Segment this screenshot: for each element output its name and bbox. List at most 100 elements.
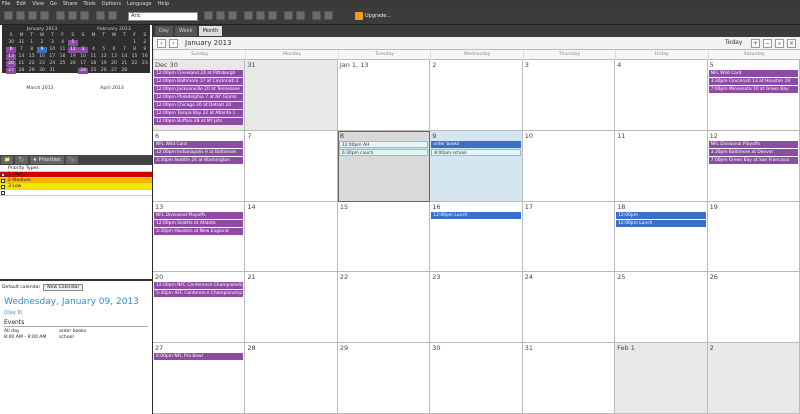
zoom-out-icon[interactable]: − [763,39,772,48]
print-icon[interactable] [40,11,49,20]
mini-day[interactable]: 30 [6,40,16,46]
open-icon[interactable] [16,11,25,20]
calendar-event[interactable]: 12:00pm Seattle at Atlanta [154,219,244,227]
mini-day[interactable]: 6 [109,47,119,53]
search-icon[interactable]: ⌕ [775,39,784,48]
bold-icon[interactable] [204,11,213,20]
mini-day[interactable] [78,40,88,46]
mini-day[interactable]: 15 [27,54,37,60]
mini-day[interactable]: 13 [6,54,17,60]
mini-day[interactable]: 10 [47,47,57,53]
calendar-event[interactable]: NFL Wild Card [154,140,244,148]
calendar-event[interactable]: 12:00pm Chicago 26 at Detroit 24 [154,102,244,109]
day-cell[interactable]: 3 [522,60,616,131]
event-row[interactable]: 8:00 AM - 9:00 AM school [0,335,152,341]
mini-day[interactable]: 21 [16,61,26,67]
mini-day[interactable]: 26 [68,61,78,67]
mini-day[interactable]: 5 [99,47,109,53]
day-cell[interactable]: 27 6:00pm NFL Pro Bowl [153,343,246,414]
align-left-icon[interactable] [244,11,253,20]
mini-day[interactable]: 2 [140,40,150,46]
mini-day[interactable]: 9 [36,47,48,53]
mini-day[interactable]: 23 [37,61,47,67]
menu-item[interactable]: Language [127,0,152,8]
mini-day[interactable]: 24 [47,61,57,67]
day-cell[interactable]: 15 [337,201,431,273]
mini-day[interactable]: 1 [129,40,139,46]
checkbox[interactable] [1,179,5,183]
mini-day[interactable]: 11 [88,54,98,60]
checkbox[interactable] [1,185,5,189]
mini-day[interactable] [99,40,109,46]
mini-day[interactable]: 11 [57,47,67,53]
mini-day[interactable]: 12 [99,54,109,60]
calendar-event[interactable]: NFL Divisional Playoffs [708,140,798,148]
day-cell[interactable]: 14 [245,201,338,273]
save-icon[interactable] [28,11,37,20]
day-cell[interactable]: Feb 1 [615,343,708,414]
calendar-event[interactable]: 7:00pm Minnesota 10 at Green Bay [708,86,798,93]
mini-day[interactable]: 5 [67,40,78,46]
calendar-event[interactable]: 12:00pm AH [338,140,429,148]
calendar-event[interactable]: 12:00pm Cleveland 24 at Pittsburgh [154,70,244,77]
mini-day[interactable]: 27 [6,68,17,74]
next-month-button[interactable]: › [169,39,178,48]
day-cell[interactable]: 30 [430,343,523,414]
highlight-icon[interactable] [324,11,333,20]
mini-day[interactable]: 14 [16,54,26,60]
mini-day[interactable]: 16 [140,54,150,60]
font-select[interactable]: Aric [128,12,198,21]
calendar-event[interactable]: 3:30pm Seattle 24 at Washington [154,156,244,164]
menu-item[interactable]: View [32,0,44,8]
calendar-event[interactable]: 12:00pm Indianapolis 9 at Baltimore [154,148,244,156]
mini-day[interactable] [57,68,67,74]
mini-day[interactable]: 31 [16,40,26,46]
calendar-event[interactable]: 12:00pm Lunch [616,219,706,227]
day-cell[interactable]: 9 order books 8:00am school [430,130,523,202]
close-icon[interactable]: × [787,39,796,48]
mini-day[interactable]: 17 [47,54,57,60]
day-cell[interactable]: 13 NFL Divisional Playoffs 12:00pm Seattle… [153,201,246,273]
mini-day[interactable]: 9 [140,47,150,53]
day-cell[interactable]: 21 [245,272,338,344]
mini-day[interactable]: 10 [78,54,88,60]
left-tab[interactable]: 🏷 [15,156,28,164]
menu-item[interactable]: Edit [16,0,26,8]
calendar-event[interactable]: 12:00pm Jacksonville 20 at Tennessee [154,86,244,93]
day-cell[interactable]: 20 12:00pm NFC Conference Championship 5:3… [153,272,246,344]
day-cell[interactable]: 2 [430,60,523,131]
day-cell[interactable]: 6 NFL Wild Card 12:00pm Indianapolis 9 at … [153,130,246,202]
today-button[interactable]: Today [725,39,742,46]
mini-day[interactable]: 20 [6,61,17,67]
calendar-event[interactable]: 12:00pm Philadelphia 7 at NY Giants [154,94,244,101]
mini-day[interactable] [119,40,129,46]
mini-day[interactable]: 20 [109,61,119,67]
day-cell[interactable]: 17 [522,201,616,273]
redo-icon[interactable] [108,11,117,20]
mini-day[interactable]: 31 [47,68,57,74]
mini-day[interactable]: 13 [109,54,119,60]
calendar-event[interactable]: 7:00pm Green Bay at San Francisco [708,156,798,164]
day-cell[interactable]: Jan 1, 13 [337,60,431,131]
prev-month-button[interactable]: ‹ [157,39,166,48]
day-cell[interactable]: 31 [245,60,338,131]
mini-day[interactable]: 8 [27,47,37,53]
tab-month[interactable]: Month [198,26,223,36]
day-cell[interactable]: 25 [615,272,708,344]
calendar-event[interactable]: 12:00pm Buffalo 28 at NY Jets [154,118,244,125]
calendar-event[interactable]: NFL Divisional Playoffs [154,211,244,219]
day-cell[interactable]: 8 12:00pm AH 6:30pm couch [337,130,431,202]
mini-day[interactable]: 16 [37,54,47,60]
mini-day[interactable]: 28 [16,68,26,74]
align-center-icon[interactable] [256,11,265,20]
mini-day[interactable]: 3 [78,47,89,53]
calendar-event[interactable]: 12:00pm Baltimore 17 at Cincinnati 2 [154,78,244,85]
mini-day[interactable]: 8 [129,47,139,53]
menu-item[interactable]: Tools [83,0,95,8]
mini-day[interactable]: 17 [78,61,88,67]
calendar-event[interactable]: NFL Wild Card [708,70,798,77]
paste-icon[interactable] [80,11,89,20]
left-tab[interactable]: ★ Priorities [29,156,64,164]
mini-day[interactable] [88,40,98,46]
calendar-event[interactable]: 3:30pm Houston at New England [154,227,244,235]
